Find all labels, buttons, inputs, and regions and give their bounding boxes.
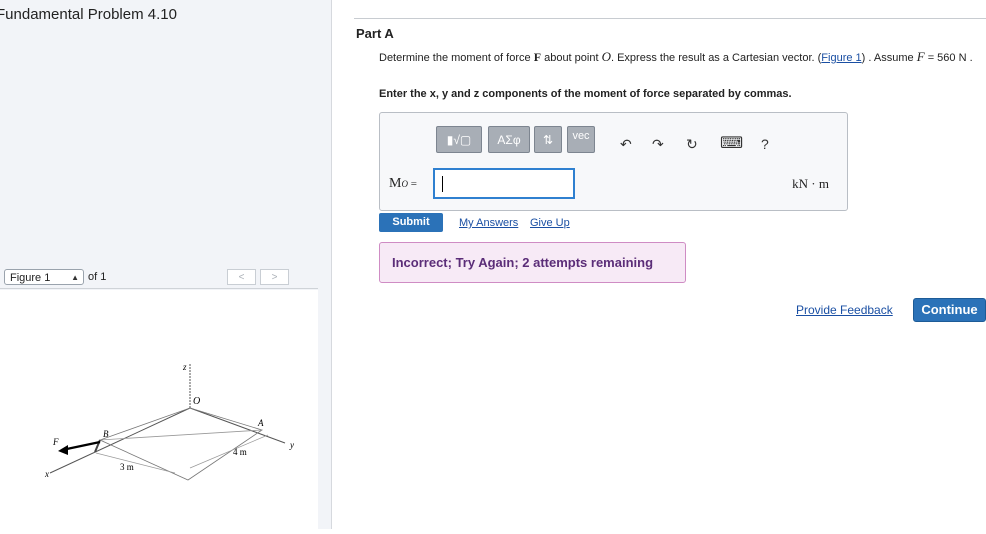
- text-caret: [442, 176, 443, 192]
- keyboard-icon[interactable]: ⌨: [720, 133, 743, 153]
- part-label: Part A: [356, 26, 394, 41]
- question-pre: Determine the moment of force: [379, 52, 534, 64]
- undo-icon[interactable]: ↶: [620, 136, 632, 153]
- question-text: Determine the moment of force F about po…: [379, 50, 984, 65]
- label-x: x: [44, 469, 49, 479]
- my-answers-link[interactable]: My Answers: [459, 217, 518, 229]
- assume-var: F: [916, 49, 925, 64]
- greek-button[interactable]: ΑΣφ: [488, 126, 530, 153]
- label-y: y: [289, 440, 294, 450]
- submit-button[interactable]: Submit: [379, 213, 443, 232]
- answer-label: MO =: [389, 176, 417, 192]
- prev-figure-button[interactable]: <: [227, 269, 256, 285]
- question-panel: Part A Determine the moment of force F a…: [332, 0, 986, 529]
- label-B: B: [103, 429, 109, 439]
- question-assume: ) . Assume: [861, 52, 917, 64]
- continue-button[interactable]: Continue: [913, 298, 986, 322]
- label-z: z: [182, 362, 187, 372]
- figure-panel: Fundamental Problem 4.10 Figure 1 ▲ of 1…: [0, 0, 332, 529]
- dim-4m: [189, 434, 269, 469]
- point-symbol: O: [601, 49, 611, 64]
- instruction-text: Enter the x, y and z components of the m…: [379, 88, 792, 100]
- answer-box: ▮√▢ ΑΣφ ⇅ vec ↶ ↷ ↻ ⌨ ? MO = kN · m: [379, 112, 848, 211]
- question-after: . Express the result as a Cartesian vect…: [610, 52, 822, 64]
- figure-nav-bar: Figure 1 ▲ of 1 < >: [0, 268, 318, 290]
- force-symbol: F: [533, 50, 542, 64]
- problem-title: Fundamental Problem 4.10: [0, 6, 177, 23]
- answer-input[interactable]: [433, 168, 575, 199]
- figure-select[interactable]: Figure 1 ▲: [4, 269, 84, 285]
- figure-image: z O F B A y 4 m 3 m x: [0, 290, 318, 529]
- reset-icon[interactable]: ↻: [686, 136, 698, 153]
- give-up-link[interactable]: Give Up: [530, 217, 570, 229]
- help-icon[interactable]: ?: [761, 136, 769, 152]
- assume-eq: = 560 N .: [924, 52, 973, 64]
- force-diagram: z O F B A y 4 m 3 m x: [44, 362, 294, 481]
- label-3m: 3 m: [120, 462, 134, 472]
- figure-select-value: Figure 1: [10, 272, 51, 284]
- answer-label-eq: =: [407, 178, 417, 190]
- label-A: A: [257, 418, 264, 428]
- question-mid: about point: [541, 52, 602, 64]
- select-arrows-icon: ▲: [71, 273, 79, 282]
- units-label: kN · m: [792, 176, 829, 191]
- figure-link[interactable]: Figure 1: [821, 52, 861, 64]
- next-figure-button[interactable]: >: [260, 269, 289, 285]
- y-axis: [189, 407, 286, 444]
- label-O: O: [193, 396, 200, 407]
- answer-label-main: M: [389, 176, 402, 191]
- arrows-button[interactable]: ⇅: [534, 126, 562, 153]
- top-divider: [354, 18, 986, 19]
- label-F: F: [52, 437, 59, 447]
- label-4m: 4 m: [233, 447, 247, 457]
- vec-button[interactable]: vec: [567, 126, 595, 153]
- figure-count: of 1: [88, 271, 107, 283]
- feedback-message: Incorrect; Try Again; 2 attempts remaini…: [379, 242, 686, 283]
- provide-feedback-link[interactable]: Provide Feedback: [796, 303, 893, 317]
- divider: [0, 288, 318, 289]
- redo-icon[interactable]: ↷: [652, 136, 664, 153]
- force-arrowhead: [58, 445, 68, 455]
- templates-button[interactable]: ▮√▢: [436, 126, 482, 153]
